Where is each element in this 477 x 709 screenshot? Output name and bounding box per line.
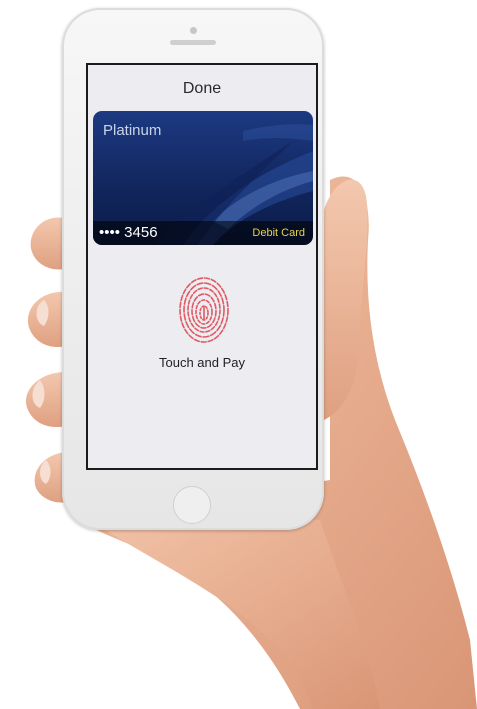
card-number: •••• 3456 bbox=[99, 224, 158, 241]
touch-and-pay-label: Touch and Pay bbox=[158, 355, 245, 370]
front-camera bbox=[190, 27, 197, 34]
done-button[interactable]: Done bbox=[88, 80, 316, 98]
fingerprint-icon[interactable] bbox=[178, 275, 230, 345]
stage: Done Platinum •••• 3456 Debit Card Touch… bbox=[0, 0, 477, 709]
card-name: Platinum bbox=[103, 122, 162, 139]
payment-card[interactable]: Platinum •••• 3456 Debit Card bbox=[93, 111, 313, 245]
card-type-label: Debit Card bbox=[252, 227, 305, 239]
phone-screen: Done Platinum •••• 3456 Debit Card Touch… bbox=[86, 63, 318, 470]
card-bottom-strip: •••• 3456 Debit Card bbox=[93, 221, 313, 245]
home-button[interactable] bbox=[173, 486, 211, 524]
earpiece-speaker bbox=[170, 40, 216, 45]
